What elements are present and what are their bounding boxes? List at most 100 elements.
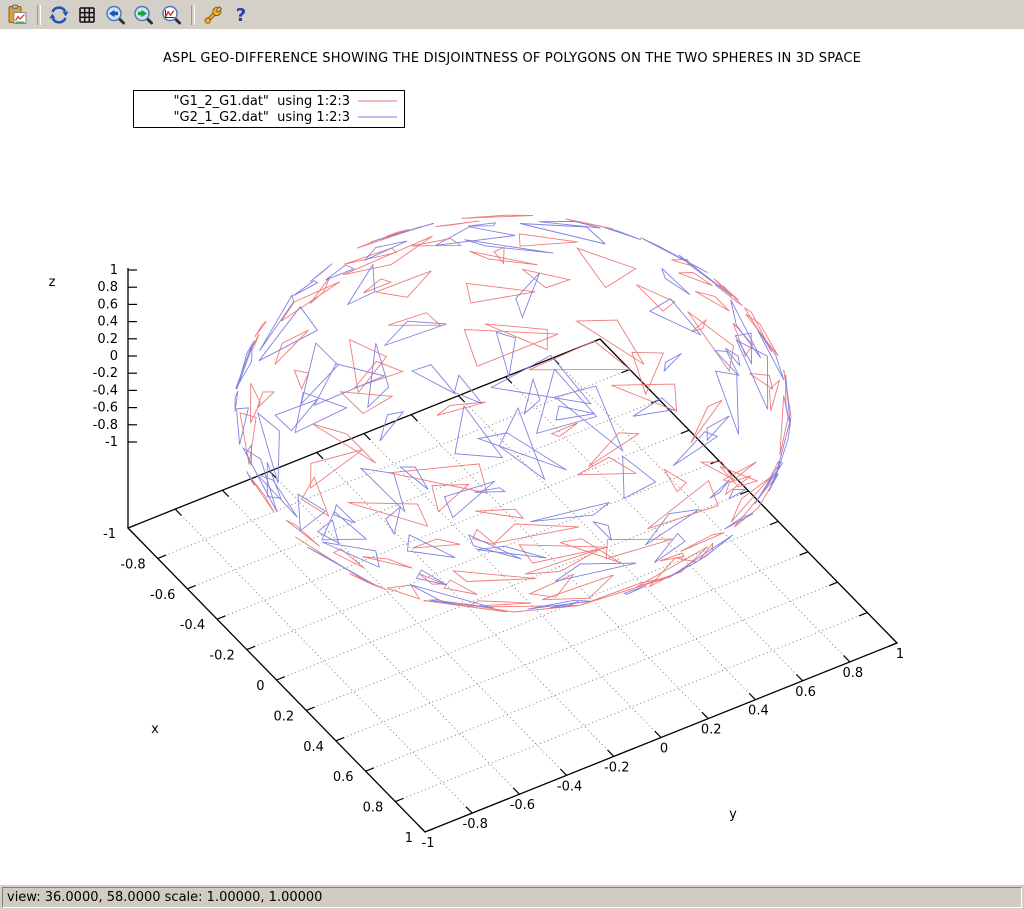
y-tick-label: -0.4 [557,779,582,794]
z-tick-label: -0.6 [93,401,118,416]
z-tick-label: 0.6 [97,297,118,312]
y-tick-label: -0.8 [463,817,488,832]
data-polygon [525,549,601,574]
data-polygon [281,282,339,321]
y-tick-label: 0.4 [748,704,769,719]
status-text: view: 36.0000, 58.0000 scale: 1.00000, 1… [2,887,1022,908]
data-polygon [343,236,432,275]
y-tick-label: 1 [896,647,904,662]
data-polygon [432,485,469,512]
autoscale-button[interactable] [158,2,184,28]
data-polygon [412,365,456,394]
zoom-next-button[interactable] [130,2,156,28]
data-polygon [654,533,685,562]
data-polygon [257,392,274,408]
data-polygon [478,433,566,470]
grid-icon [76,4,98,26]
data-polygon [311,450,363,488]
help-button[interactable]: ? [228,2,254,28]
data-polygon [780,395,788,455]
replot-button[interactable] [46,2,72,28]
data-polygon [475,509,523,518]
data-polygon [259,307,318,361]
data-polygon [688,312,734,372]
data-polygon [294,370,308,389]
copy-plot-button[interactable] [4,2,30,28]
configure-button[interactable] [200,2,226,28]
data-polygon [636,547,708,588]
data-polygon [386,230,410,237]
data-polygon [537,369,597,433]
data-polygon [606,539,672,559]
z-tick-label: -0.4 [93,383,118,398]
y-tick-label: 0 [660,742,668,757]
data-polygon [424,601,508,613]
toggle-grid-button[interactable] [74,2,100,28]
data-polygon [716,371,739,434]
x-tick-label: 0.2 [274,709,295,724]
data-polygon [681,533,725,552]
data-polygon [350,340,387,393]
data-polygon [520,224,605,245]
legend-entry-label: "G1_2_G1.dat" using 1:2:3 [174,94,350,109]
data-polygon [499,408,544,479]
legend-entry: "G1_2_G1.dat" using 1:2:3 [134,93,404,109]
data-polygon [362,557,412,568]
toolbar-separator [191,5,195,25]
x-tick-label: 0.4 [303,740,324,755]
data-polygon [735,333,751,363]
data-polygon [593,522,611,540]
legend-entry: "G2_1_G2.dat" using 1:2:3 [134,109,404,125]
zoom-next-icon [132,4,154,26]
x-tick-label: -1 [103,527,116,542]
data-polygon [474,488,505,493]
data-polygon [530,502,609,521]
data-polygon [468,223,495,226]
y-axis-label: y [729,807,737,822]
data-polygon [315,364,385,405]
data-polygon [454,375,482,403]
data-polygon [371,223,434,242]
legend: "G1_2_G1.dat" using 1:2:3"G2_1_G2.dat" u… [133,90,405,128]
data-polygon [640,238,707,273]
z-tick-label: 0.4 [97,315,118,330]
x-tick-label: 0.6 [333,770,354,785]
data-polygon [307,547,374,584]
data-polygon [255,321,267,337]
data-polygon [249,475,275,513]
data-polygon [769,381,779,411]
data-polygon [699,544,713,561]
data-polygon [695,291,729,311]
data-polygon [648,481,719,529]
y-tick-label: 0.2 [701,723,722,738]
data-polygon [588,433,638,467]
data-polygon [416,570,446,585]
data-polygon [275,330,309,365]
data-polygon [467,283,536,303]
data-polygon [664,469,686,491]
z-axis-label: z [49,275,56,290]
data-polygon [258,413,280,483]
x-tick-label: -0.6 [150,588,175,603]
data-polygon [453,571,536,582]
data-polygon [714,279,739,300]
data-polygon [555,563,636,581]
data-polygon [407,535,455,558]
data-polygon [724,514,753,530]
data-polygon [341,392,393,414]
toolbar-separator [37,5,41,25]
data-polygon [716,285,743,306]
configure-icon [202,4,224,26]
help-icon: ? [230,4,252,26]
data-polygon [664,353,681,371]
y-tick-label: 0.6 [795,685,816,700]
copy-plot-icon [6,4,28,26]
data-polygon [649,558,697,587]
data-polygon [577,248,636,287]
plot-canvas[interactable]: -1-0.8-0.6-0.4-0.200.20.40.60.81-1-0.8-0… [0,0,1024,910]
data-polygon [650,299,701,335]
y-tick-label: 0.8 [842,666,863,681]
plot-title: ASPL GEO-DIFFERENCE SHOWING THE DISJOINT… [0,51,1024,66]
data-polygon [710,480,730,499]
zoom-previous-button[interactable] [102,2,128,28]
